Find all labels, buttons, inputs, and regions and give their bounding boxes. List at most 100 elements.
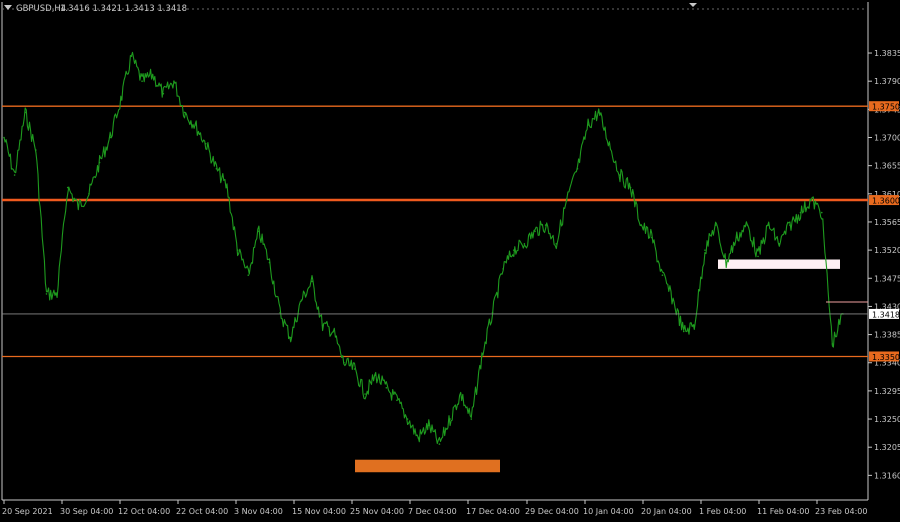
data-point [226,186,228,189]
x-tick-label: 10 Jan 04:00 [583,507,634,516]
data-point [396,399,398,402]
data-point [534,230,536,233]
data-point [162,92,165,95]
data-point [311,280,313,283]
y-tick-label: 1.3790 [874,77,900,86]
data-point [268,261,271,264]
y-tick-label: 1.3385 [874,331,900,340]
x-tick-label: 20 Sep 2021 [2,507,53,516]
data-point [332,330,335,333]
data-point [289,336,292,339]
data-point [820,211,823,214]
x-tick-label: 3 Nov 04:00 [234,507,283,516]
x-tick-label: 17 Dec 04:00 [466,507,520,516]
data-point [640,224,643,226]
data-point [204,142,207,145]
support-zone[interactable] [355,459,500,473]
data-point [576,167,579,170]
data-point [321,324,324,326]
data-point [651,236,653,239]
x-tick-label: 29 Dec 04:00 [525,507,579,516]
data-point [364,393,366,395]
data-point [523,243,526,245]
current-price-tag: 1.3418 [872,310,900,319]
data-point [428,424,430,427]
data-point [98,161,101,164]
x-tick-label: 11 Feb 04:00 [757,507,809,516]
y-tick-label: 1.3655 [874,162,900,171]
level-tag-1.3750: 1.3750 [872,103,900,112]
data-point [151,74,154,76]
data-point [141,80,143,82]
y-tick-label: 1.3520 [874,246,900,255]
x-tick-label: 15 Nov 04:00 [292,507,346,516]
data-point [661,274,664,276]
data-point [77,205,80,208]
data-point [35,149,37,151]
data-point [714,224,717,226]
y-tick-label: 1.3835 [874,49,900,58]
x-tick-label: 25 Nov 04:00 [350,507,404,516]
data-point [470,418,473,420]
data-point [13,174,16,176]
data-point [629,186,632,189]
data-point [619,174,621,176]
data-point [566,199,568,201]
data-point [789,224,791,226]
resistance-zone[interactable] [718,259,840,269]
data-point [66,186,69,189]
data-point [767,224,770,226]
data-point [173,80,175,82]
y-tick-label: 1.3565 [874,218,900,227]
y-tick-label: 1.3475 [874,274,900,283]
data-point [449,418,451,420]
y-tick-label: 1.3700 [874,133,900,142]
data-point [417,437,419,439]
data-point [109,136,112,139]
data-point [608,142,611,145]
data-point [215,167,218,170]
data-point [799,211,802,214]
data-point [300,299,303,301]
data-point [374,374,377,377]
x-tick-label: 30 Sep 04:00 [60,507,113,516]
data-point [693,324,696,326]
x-tick-label: 1 Feb 04:00 [699,507,746,516]
data-point [279,311,281,314]
price-chart[interactable]: GBPUSD,H4 1.3416 1.3421 1.3413 1.3418 1.… [0,0,900,518]
data-point [45,293,48,295]
data-point [725,261,727,264]
data-point [385,386,388,389]
level-tag-1.3600: 1.3600 [872,197,900,206]
data-point [831,343,834,345]
x-tick-label: 12 Oct 04:00 [118,507,170,516]
data-point [258,230,260,233]
chart-area[interactable]: GBPUSD,H4 1.3416 1.3421 1.3413 1.3418 1.… [0,0,900,518]
data-point [343,361,345,364]
data-point [810,199,812,201]
data-point [56,293,58,295]
data-point [704,249,706,251]
data-point [130,55,133,57]
level-tag-1.3350: 1.3350 [872,353,900,362]
data-point [406,418,409,420]
y-tick-label: 1.3250 [874,415,900,424]
data-point [438,443,441,445]
y-tick-label: 1.3295 [874,387,900,396]
ohlc-values: 1.3416 1.3421 1.3413 1.3418 [60,4,187,14]
data-point [183,111,186,114]
x-tick-label: 7 Dec 04:00 [408,507,457,516]
data-point [24,111,27,114]
data-point [512,249,515,251]
data-point [88,193,90,195]
data-point [544,224,547,226]
data-point [502,268,504,270]
data-point [587,124,589,126]
x-tick-label: 20 Jan 04:00 [641,507,692,516]
symbol-info: GBPUSD,H4 [16,4,66,14]
y-tick-label: 1.3160 [874,471,900,480]
data-point [735,236,738,239]
data-point [672,299,674,301]
data-point [481,355,483,358]
x-tick-label: 23 Feb 04:00 [815,507,867,516]
